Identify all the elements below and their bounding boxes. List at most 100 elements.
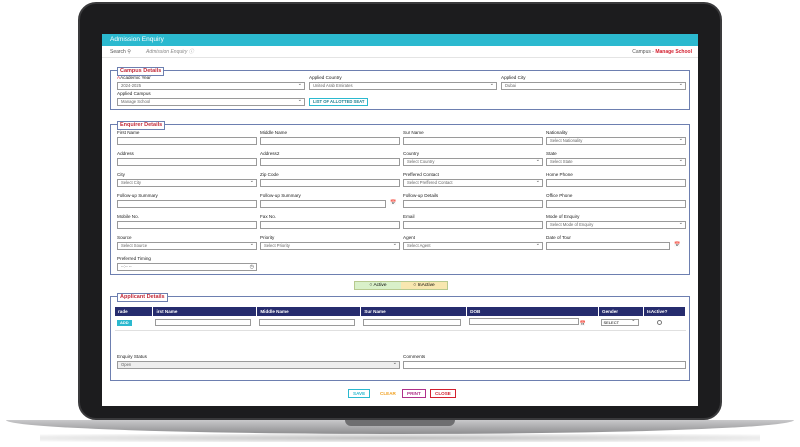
applied-country-select[interactable]: United Arab Emirates <box>309 82 497 90</box>
applicant-details-section: Applicant Details rade irst Name Middle … <box>110 293 690 381</box>
academic-year-label: AAcademic Year <box>117 75 151 80</box>
applicant-details-legend: Applicant Details <box>117 293 168 302</box>
city-label: City <box>117 172 125 177</box>
clock-icon[interactable]: ◷ <box>250 264 254 270</box>
preferred-timing-input[interactable]: --:-- -- ◷ <box>117 263 257 271</box>
col-middle-name: Middle Name <box>256 307 362 316</box>
address-input[interactable] <box>117 158 257 166</box>
followup-summary-2-input[interactable] <box>260 200 386 208</box>
isactive-radio[interactable] <box>657 319 663 325</box>
save-button[interactable]: SAVE <box>348 389 371 398</box>
applied-campus-select[interactable]: Manage School <box>117 98 305 106</box>
country-label: Country <box>403 151 420 156</box>
followup-details-label: Follow-up Details <box>403 193 439 198</box>
comments-input[interactable] <box>403 361 686 369</box>
enquiry-status-label: Enquiry Status <box>117 354 147 359</box>
applicant-table: rade irst Name Middle Name Sur Name DOB … <box>115 307 687 331</box>
table-row: ADD 📅 SELECT <box>115 316 686 331</box>
applicant-first-name-input[interactable] <box>154 319 251 327</box>
preferred-timing-value: --:-- -- <box>121 264 132 269</box>
list-allotted-seat-button[interactable]: LIST OF ALLOTTED SEAT <box>309 98 369 106</box>
applied-country-label: Applied Country <box>309 75 342 80</box>
zip-code-input[interactable] <box>260 179 400 187</box>
sur-name-cell <box>360 316 467 331</box>
priority-select[interactable]: Select Priority <box>260 242 400 250</box>
sur-name-input[interactable] <box>403 137 543 145</box>
followup-summary-input[interactable] <box>117 200 257 208</box>
source-label: Source <box>117 235 132 240</box>
col-first-name: irst Name <box>152 307 258 316</box>
dob-calendar-icon[interactable]: 📅 <box>580 321 586 327</box>
home-phone-input[interactable] <box>546 179 686 187</box>
campus-details-section: Campus Details AAcademic Year 2024-2025 … <box>110 67 690 110</box>
city-select[interactable]: Select City <box>117 179 257 187</box>
nationality-select[interactable]: Select Nationality <box>546 137 686 145</box>
campus-label: Campus - <box>632 49 654 55</box>
preffered-contact-select[interactable]: Select Preffered Contact <box>403 179 543 187</box>
followup-summary-label: Follow-up Summary <box>117 193 158 198</box>
date-of-tour-calendar-icon[interactable]: 📅 <box>674 242 680 248</box>
breadcrumb-label: Admission Enquiry <box>146 49 188 55</box>
address2-input[interactable] <box>260 158 400 166</box>
print-button[interactable]: PRINT <box>402 389 426 398</box>
source-select[interactable]: Select Source <box>117 242 257 250</box>
applied-city-label: Applied City <box>501 75 526 80</box>
state-select[interactable]: Select State <box>546 158 686 166</box>
enquirer-details-legend: Enquirer Details <box>117 121 166 130</box>
office-phone-label: Office Phone <box>546 193 573 198</box>
first-name-input[interactable] <box>117 137 257 145</box>
active-label: Active <box>373 283 387 288</box>
state-label: State <box>546 151 557 156</box>
home-phone-label: Home Phone <box>546 172 573 177</box>
col-gender: Gender <box>598 307 644 316</box>
fax-no-input[interactable] <box>260 221 400 229</box>
gender-cell: SELECT <box>598 316 644 331</box>
campus-link[interactable]: Manage School <box>655 49 692 55</box>
screen: Admission Enquiry Search ⚲ Admission Enq… <box>102 34 698 406</box>
clear-button[interactable]: CLEAR <box>375 389 401 398</box>
academic-year-select[interactable]: 2024-2025 <box>117 82 305 90</box>
help-icon: ⓘ <box>188 49 194 55</box>
applicant-sur-name-input[interactable] <box>362 319 461 327</box>
agent-label: Agent <box>403 235 416 240</box>
first-name-cell <box>152 316 257 331</box>
date-of-tour-input[interactable] <box>546 242 670 250</box>
search-icon: ⚲ <box>127 49 131 55</box>
mode-of-enquiry-select[interactable]: Select Mode of Enquiry <box>546 221 686 229</box>
address2-label: Address2 <box>260 151 280 156</box>
col-grade: rade <box>115 307 154 316</box>
agent-select[interactable]: Select Agent <box>403 242 543 250</box>
fax-no-label: Fax No. <box>260 214 277 219</box>
middle-name-input[interactable] <box>260 137 400 145</box>
applied-city-select[interactable]: Dubai <box>501 82 686 90</box>
applied-campus-label: Applied Campus <box>117 91 151 96</box>
office-phone-input[interactable] <box>546 200 686 208</box>
active-option[interactable]: ○ Active <box>355 282 401 289</box>
mobile-no-input[interactable] <box>117 221 257 229</box>
add-button[interactable]: ADD <box>117 319 132 326</box>
applicant-middle-name-input[interactable] <box>258 319 355 327</box>
search-link[interactable]: Search ⚲ <box>110 46 131 58</box>
breadcrumb[interactable]: Admission Enquiry ⓘ <box>146 46 194 58</box>
first-name-label: First Name <box>117 130 140 135</box>
calendar-icon[interactable]: 📅 <box>390 200 396 206</box>
country-select[interactable]: Select Country <box>403 158 543 166</box>
zip-code-label: Zip Code <box>260 172 279 177</box>
followup-details-input[interactable] <box>403 200 543 208</box>
middle-name-cell <box>256 316 361 331</box>
applicant-dob-input[interactable] <box>468 318 579 326</box>
preferred-timing-label: Preferred Timing <box>117 256 151 261</box>
toolbar: Search ⚲ Admission Enquiry ⓘ Campus - Ma… <box>102 46 698 58</box>
search-label: Search <box>110 49 126 55</box>
email-input[interactable] <box>403 221 543 229</box>
campus-indicator: Campus - Manage School <box>632 46 692 58</box>
middle-name-label: Middle Name <box>260 130 288 135</box>
enquiry-status-select[interactable]: Open <box>117 361 400 369</box>
laptop-shadow <box>40 434 760 442</box>
grade-cell: ADD <box>115 316 153 331</box>
inactive-option[interactable]: ○ InActive <box>401 282 447 289</box>
gender-select[interactable]: SELECT <box>600 318 639 327</box>
close-button[interactable]: CLOSE <box>430 389 456 398</box>
applicant-table-header: rade irst Name Middle Name Sur Name DOB … <box>115 307 687 316</box>
col-isactive: IsActive? <box>643 307 687 316</box>
